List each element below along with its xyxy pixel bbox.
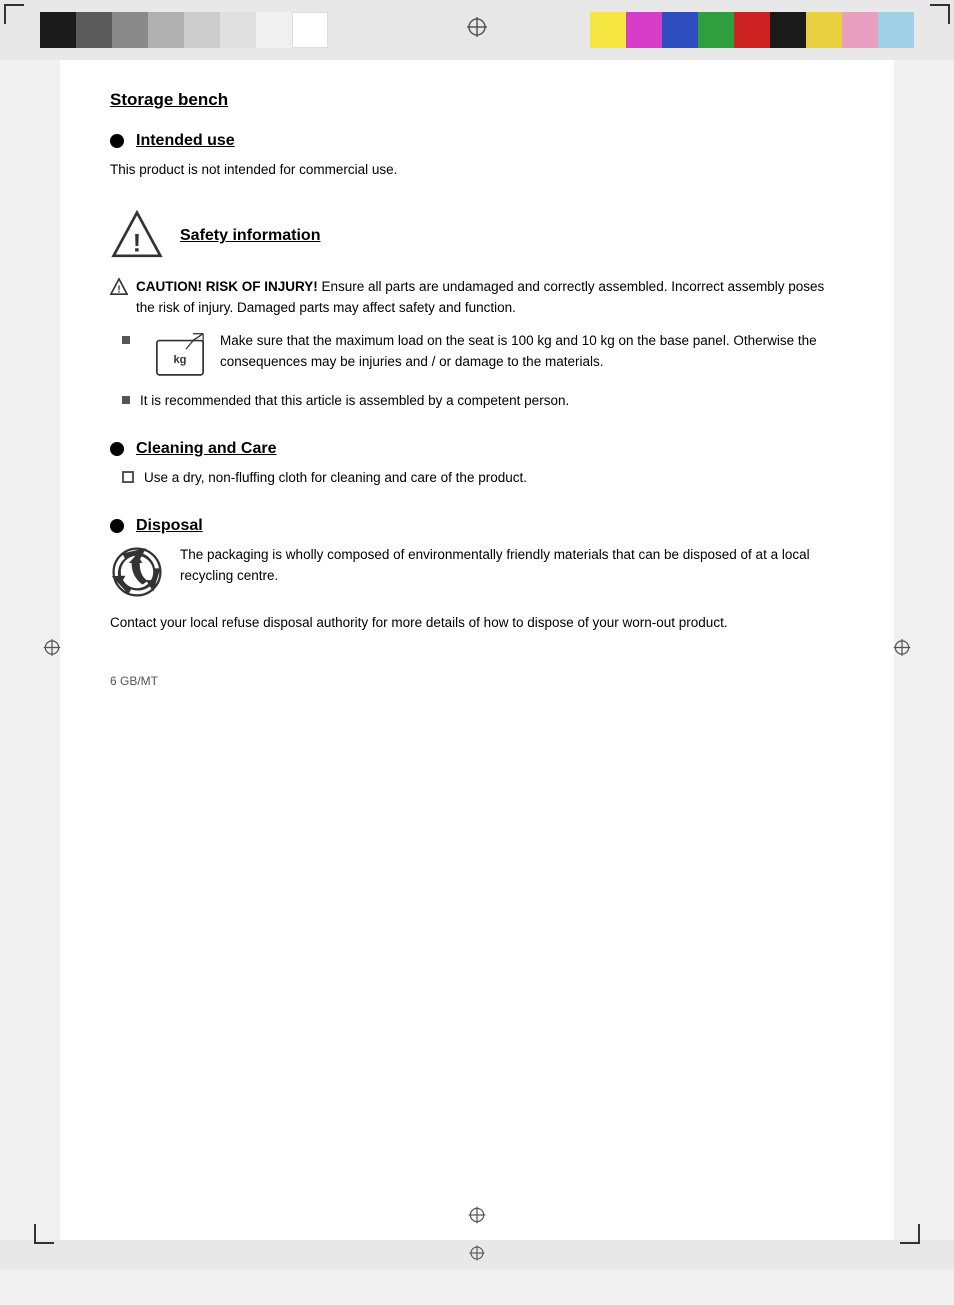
disposal-bullet [110,519,124,533]
swatch-light-gray [148,12,184,48]
swatch-yellow [590,12,626,48]
swatch-blue [662,12,698,48]
disposal-recycle-text: The packaging is wholly composed of envi… [180,545,844,587]
load-kg-icon: kg [150,331,210,381]
load-icon-wrapper: kg Make sure that the maximum load on th… [140,331,844,381]
section-intended-use: Intended use This product is not intende… [110,132,844,181]
cleaning-bullet-1: Use a dry, non-fluffing cloth for cleani… [122,468,844,489]
corner-mark-bl [34,1224,54,1244]
disposal-block: The packaging is wholly composed of envi… [110,545,844,599]
swatch-green [698,12,734,48]
svg-text:kg: kg [174,354,187,366]
corner-mark-tr [930,4,950,24]
caution-triangle-icon: ! [110,278,128,296]
section-disposal: Disposal [110,517,844,634]
disposal-header: Disposal [110,517,844,535]
content-wrapper: Storage bench Intended use This product … [30,60,924,1240]
caution-block: ! CAUTION! RISK OF INJURY! Ensure all pa… [110,277,844,319]
right-crosshair [892,638,912,663]
swatch-light-blue [878,12,914,48]
intended-use-body: This product is not intended for commerc… [110,160,844,181]
swatch-mid-gray [112,12,148,48]
corner-mark-br [900,1224,920,1244]
bottom-bar-crosshair [468,1244,486,1267]
swatch-near-white [220,12,256,48]
safety-bullet-1: kg Make sure that the maximum load on th… [122,331,844,381]
disposal-body: Contact your local refuse disposal autho… [110,613,844,634]
left-crosshair [42,638,62,663]
square-outline-bullet [122,471,134,483]
content-area: Storage bench Intended use This product … [60,60,894,1240]
caution-text: CAUTION! RISK OF INJURY! Ensure all part… [136,277,844,319]
cleaning-bullet-1-text: Use a dry, non-fluffing cloth for cleani… [144,468,527,489]
square-bullet-1 [122,336,130,344]
svg-text:!: ! [133,229,141,257]
center-crosshair [465,15,489,45]
cleaning-bullet-list: Use a dry, non-fluffing cloth for cleani… [122,468,844,489]
safety-bullet-2-text: It is recommended that this article is a… [140,391,569,412]
intended-use-header: Intended use [110,132,844,150]
page-footer: 6 GB/MT [110,674,844,688]
swatch-white [292,12,328,48]
corner-mark-tl [4,4,24,24]
intended-use-title: Intended use [136,132,235,150]
color-strip-left [40,12,328,48]
section-cleaning: Cleaning and Care Use a dry, non-fluffin… [110,440,844,489]
color-strip-right [590,12,914,48]
page-title: Storage bench [110,90,844,110]
bottom-crosshair [467,1205,487,1230]
safety-bullet-1-text: Make sure that the maximum load on the s… [220,331,844,373]
swatch-lighter-gray [184,12,220,48]
swatch-off-white [256,12,292,48]
swatch-red [734,12,770,48]
cleaning-title: Cleaning and Care [136,440,276,458]
swatch-magenta [626,12,662,48]
swatch-dark-gray [76,12,112,48]
square-bullet-2 [122,396,130,404]
intended-use-bullet [110,134,124,148]
disposal-title: Disposal [136,517,203,535]
bottom-bar [0,1240,954,1270]
top-bar [0,0,954,60]
cleaning-header: Cleaning and Care [110,440,844,458]
warning-triangle-icon: ! [110,209,164,263]
safety-bullet-2: It is recommended that this article is a… [122,391,844,412]
svg-text:!: ! [117,284,120,295]
caution-label: CAUTION! RISK OF INJURY! [136,279,318,294]
safety-header: ! Safety information [110,209,844,263]
swatch-black [40,12,76,48]
section-safety: ! Safety information ! CAUTION! RISK OF … [110,209,844,412]
swatch-black2 [770,12,806,48]
safety-bullet-list: kg Make sure that the maximum load on th… [122,331,844,412]
safety-title: Safety information [180,227,320,245]
recycle-icon [110,545,164,599]
cleaning-bullet [110,442,124,456]
swatch-yellow2 [806,12,842,48]
swatch-pink [842,12,878,48]
page-wrapper: Storage bench Intended use This product … [0,0,954,1305]
